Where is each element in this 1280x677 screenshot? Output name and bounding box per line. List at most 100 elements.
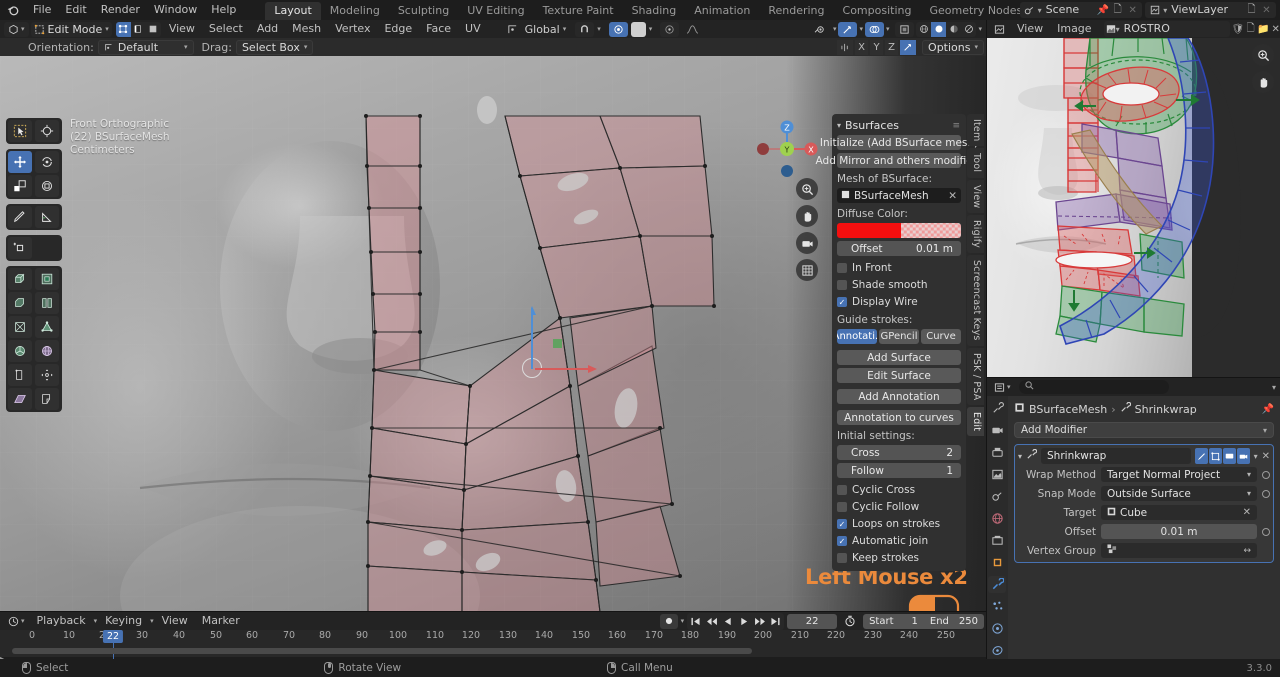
rip-region-icon[interactable] — [35, 388, 59, 410]
breadcrumb-object[interactable]: BSurfaceMesh — [1029, 403, 1107, 416]
workspace-tab-texture-paint[interactable]: Texture Paint — [534, 2, 623, 20]
mode-selector[interactable]: Edit Mode ▾ — [30, 21, 112, 37]
npanel-tab-psk-psa[interactable]: PSK / PSA — [967, 347, 984, 406]
menu-edit[interactable]: Edit — [58, 0, 93, 20]
workspace-tab-compositing[interactable]: Compositing — [834, 2, 921, 20]
add-modifier-button[interactable]: Add Modifier ▾ — [1014, 422, 1274, 438]
new-scene-icon[interactable]: 🗋 — [1110, 3, 1125, 18]
pan-icon[interactable] — [1252, 71, 1274, 93]
editor-type-button[interactable]: ▾ — [4, 21, 29, 37]
transform-orientation-icon[interactable] — [503, 22, 522, 37]
delete-viewlayer-icon[interactable]: ✕ — [1259, 3, 1274, 18]
image-datablock[interactable]: ▾ reTOPOLOGIA ROSTRO pasos.png — [1103, 20, 1230, 49]
timeline-ruler[interactable]: ▸ 0 10 20 30 40 50 60 70 80 90 100 110 1… — [0, 630, 986, 665]
shade-smooth-checkbox[interactable]: Shade smooth — [837, 278, 961, 292]
add-surface-button[interactable]: Add Surface — [837, 350, 961, 365]
automatic-join-checkbox[interactable]: ✓ Automatic join — [837, 534, 961, 548]
viewport-menu-mesh[interactable]: Mesh — [286, 20, 327, 38]
image-editor-menu-view[interactable]: View — [1011, 20, 1049, 38]
edit-surface-button[interactable]: Edit Surface — [837, 368, 961, 383]
solid-shading-icon[interactable] — [931, 21, 947, 37]
editor-separator-horizontal-right[interactable] — [986, 377, 1280, 378]
viewport-menu-uv[interactable]: UV — [459, 20, 487, 38]
play-icon[interactable] — [736, 614, 751, 629]
viewport-menu-select[interactable]: Select — [203, 20, 249, 38]
options-dropdown[interactable]: Options ▾ — [922, 39, 984, 55]
image-editor-type-icon[interactable] — [990, 22, 1009, 37]
viewport-menu-view[interactable]: View — [163, 20, 201, 38]
move-tool-icon[interactable] — [8, 151, 32, 173]
menu-render[interactable]: Render — [94, 0, 147, 20]
bevel-tool-icon[interactable] — [8, 292, 32, 314]
cyclic-follow-checkbox[interactable]: Cyclic Follow — [837, 500, 961, 514]
npanel-tab-edit[interactable]: Edit — [967, 407, 984, 437]
extrude-region-icon[interactable] — [8, 268, 32, 290]
navigation-gizmo[interactable]: Z X Y — [756, 118, 820, 182]
properties-tab-constraints-icon[interactable] — [988, 642, 1006, 659]
overlays-toggle-icon[interactable] — [864, 21, 884, 37]
properties-tab-world-icon[interactable] — [988, 510, 1006, 527]
mirror-axis-y[interactable]: Y — [870, 39, 884, 55]
breadcrumb-modifier[interactable]: Shrinkwrap — [1135, 403, 1197, 416]
properties-editor-type-icon[interactable]: ▾ — [990, 380, 1015, 395]
guide-mode-annotation[interactable]: Annotati.. — [837, 329, 877, 344]
smooth-falloff-curve-icon[interactable] — [682, 22, 703, 37]
animate-property-dot[interactable] — [1262, 527, 1270, 536]
mirror-toggle-icon[interactable] — [900, 39, 917, 55]
camera-icon[interactable] — [796, 232, 818, 254]
clear-mesh-icon[interactable]: ✕ — [948, 190, 957, 202]
properties-tab-modifier-icon[interactable] — [988, 576, 1006, 593]
snap-magnet-icon[interactable] — [575, 21, 595, 37]
properties-tab-scene-icon[interactable] — [988, 488, 1006, 505]
offset-value-field[interactable]: 0.01 m — [1101, 524, 1257, 539]
add-annotation-button[interactable]: Add Annotation — [837, 389, 961, 404]
edge-slide-icon[interactable] — [8, 364, 32, 386]
cross-field[interactable]: Cross 2 — [837, 445, 961, 460]
workspace-tab-rendering[interactable]: Rendering — [759, 2, 833, 20]
viewport-menu-edge[interactable]: Edge — [378, 20, 418, 38]
properties-tab-collection-icon[interactable] — [988, 532, 1006, 549]
add-mirror-modifiers-button[interactable]: Add Mirror and others modifiers — [816, 153, 982, 168]
start-frame-field[interactable]: Start 1 — [863, 614, 924, 629]
smooth-tool-icon[interactable] — [35, 340, 59, 362]
new-viewlayer-icon[interactable]: 🗋 — [1244, 3, 1259, 18]
next-keyframe-icon[interactable] — [752, 614, 767, 629]
add-cube-tool-icon[interactable] — [8, 237, 32, 259]
workspace-tab-animation[interactable]: Animation — [685, 2, 759, 20]
inset-faces-icon[interactable] — [35, 268, 59, 290]
properties-search-input[interactable] — [1018, 380, 1169, 394]
viewport-menu-add[interactable]: Add — [251, 20, 284, 38]
guide-mode-curve[interactable]: Curve — [921, 329, 961, 344]
move-gizmo[interactable] — [531, 301, 601, 391]
properties-options-chevron-down-icon[interactable]: ▾ — [1272, 383, 1276, 392]
mesh-of-bsurface-field[interactable]: BSurfaceMesh ✕ — [837, 188, 961, 203]
diffuse-color-swatch[interactable] — [837, 223, 961, 238]
menu-file[interactable]: File — [26, 0, 58, 20]
spin-tool-icon[interactable] — [8, 340, 32, 362]
play-reverse-icon[interactable] — [720, 614, 735, 629]
properties-tab-object-icon[interactable] — [988, 554, 1006, 571]
properties-tab-tool-icon[interactable] — [988, 400, 1006, 417]
realtime-display-icon[interactable] — [1222, 448, 1236, 464]
mirror-icon[interactable] — [837, 39, 854, 55]
editor-separator-horizontal-left[interactable] — [0, 611, 986, 612]
render-display-icon[interactable] — [1236, 448, 1250, 464]
duplicate-icon[interactable]: 🗋 — [1246, 22, 1255, 37]
workspace-tab-geometry-nodes[interactable]: Geometry Nodes — [920, 2, 1031, 20]
workspace-tab-uv-editing[interactable]: UV Editing — [458, 2, 533, 20]
mirror-axis-x[interactable]: X — [855, 39, 869, 55]
record-icon[interactable] — [659, 613, 678, 629]
tweak-select-icon[interactable] — [8, 120, 32, 142]
display-wire-checkbox[interactable]: ✓ Display Wire — [837, 295, 961, 309]
menu-help[interactable]: Help — [204, 0, 243, 20]
cursor-icon[interactable] — [35, 120, 59, 142]
xray-toggle-icon[interactable] — [895, 21, 915, 37]
face-select-mode-icon[interactable] — [146, 22, 161, 37]
falloff-type-button[interactable] — [630, 21, 646, 37]
animate-property-dot[interactable] — [1262, 470, 1270, 479]
properties-tab-view-layer-icon[interactable] — [988, 466, 1006, 483]
rendered-shading-icon[interactable] — [961, 22, 976, 37]
workspace-tab-sculpting[interactable]: Sculpting — [389, 2, 458, 20]
modifier-name-field[interactable]: Shrinkwrap — [1041, 448, 1191, 464]
proportional-editing-icon[interactable] — [608, 21, 628, 37]
